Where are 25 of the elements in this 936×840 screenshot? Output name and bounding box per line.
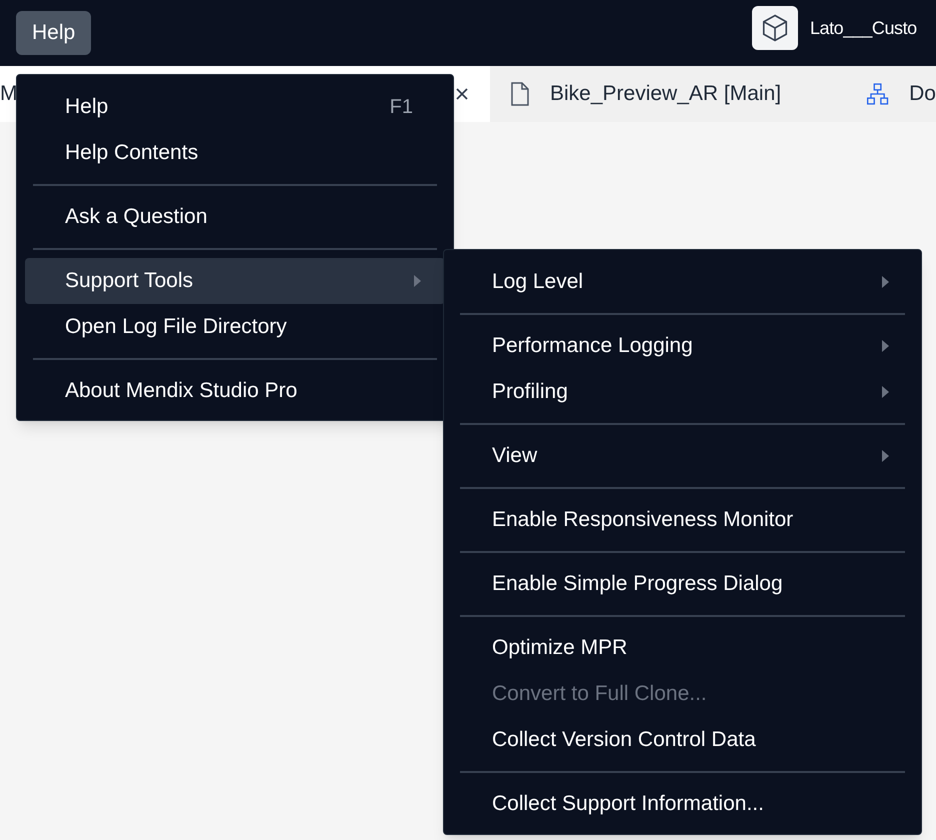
menu-item[interactable]: Collect Version Control Data bbox=[452, 717, 913, 763]
menu-item[interactable]: Open Log File Directory bbox=[25, 304, 445, 350]
cube-icon[interactable] bbox=[752, 6, 798, 50]
menu-item[interactable]: Optimize MPR bbox=[452, 625, 913, 671]
menu-item[interactable]: Log Level bbox=[452, 259, 913, 305]
submenu-arrow-icon bbox=[881, 386, 889, 398]
menu-item[interactable]: View bbox=[452, 433, 913, 479]
menu-item[interactable]: About Mendix Studio Pro bbox=[25, 368, 445, 414]
close-icon[interactable] bbox=[454, 86, 470, 102]
submenu-arrow-icon bbox=[881, 340, 889, 352]
menu-item[interactable]: Support Tools bbox=[25, 258, 445, 304]
submenu-arrow-icon bbox=[881, 276, 889, 288]
project-name: Lato___Custo bbox=[810, 16, 917, 40]
menu-item[interactable]: Help F1 bbox=[25, 84, 445, 130]
menu-item[interactable]: Profiling bbox=[452, 369, 913, 415]
menu-item[interactable]: Collect Support Information... bbox=[452, 781, 913, 827]
help-menu-button[interactable]: Help bbox=[16, 11, 92, 55]
submenu-arrow-icon bbox=[413, 275, 421, 287]
menu-item[interactable]: Help Contents bbox=[25, 130, 445, 176]
menu-item[interactable]: Enable Responsiveness Monitor bbox=[452, 497, 913, 543]
menu-item[interactable]: Ask a Question bbox=[25, 194, 445, 240]
menu-item[interactable]: Performance Logging bbox=[452, 323, 913, 369]
submenu-arrow-icon bbox=[881, 450, 889, 462]
menu-item[interactable]: Enable Simple Progress Dialog bbox=[452, 561, 913, 607]
document-icon bbox=[510, 82, 530, 106]
